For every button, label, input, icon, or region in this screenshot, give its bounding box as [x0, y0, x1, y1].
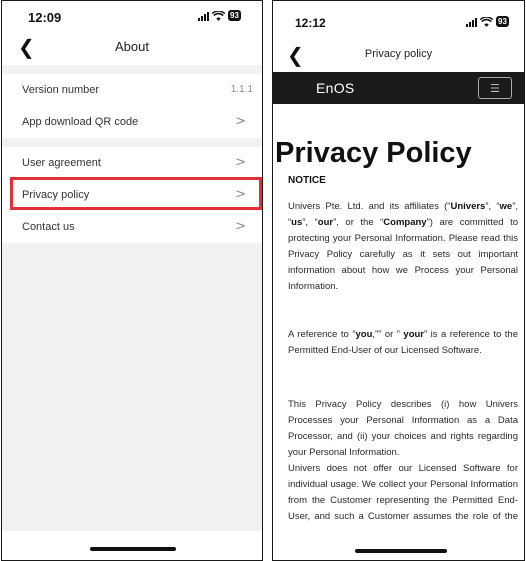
- settings-list: Version number 1.1.1 App download QR cod…: [2, 65, 262, 531]
- row-label: Contact us: [22, 221, 75, 233]
- page-title: Privacy policy: [364, 48, 433, 60]
- para-text: ,”” or ”: [372, 329, 404, 340]
- paragraph-intro: Univers Pte. Ltd. and its affiliates (“U…: [288, 199, 518, 294]
- settings-row-user-agreement[interactable]: User agreement >: [2, 147, 262, 179]
- right-phone-screen: 12:12 93 ❮ Privacy policy EnOS ☰ Privacy…: [272, 0, 525, 561]
- para-bold: our: [317, 216, 334, 228]
- privacy-policy-document: Privacy Policy NOTICE Univers Pte. Ltd. …: [273, 104, 524, 528]
- para-bold: Company: [383, 216, 427, 228]
- status-time: 12:09: [28, 10, 62, 25]
- para-bold: we: [499, 201, 513, 212]
- battery-icon: 93: [228, 10, 241, 21]
- nav-bar: ❮ About: [2, 33, 262, 63]
- row-label: User agreement: [22, 157, 101, 169]
- settings-row-app-download-qr-code[interactable]: App download QR code >: [2, 106, 262, 138]
- document-title: Privacy Policy: [275, 137, 472, 169]
- para-bold: you: [355, 329, 373, 340]
- home-area: [2, 531, 262, 560]
- version-value: 1.1.1: [230, 84, 253, 95]
- status-icons: 93: [466, 16, 509, 27]
- para-text: Univers Pte. Ltd. and its affiliates (“: [288, 201, 451, 212]
- paragraph-description: This Privacy Policy describes (i) how Un…: [288, 399, 518, 458]
- status-time: 12:12: [295, 16, 326, 30]
- para-text: ”, or the “: [333, 216, 384, 228]
- chevron-right-icon: >: [235, 114, 246, 129]
- row-label: Version number: [22, 84, 100, 96]
- battery-icon: 93: [496, 16, 509, 27]
- wifi-icon: [480, 16, 493, 27]
- chevron-right-icon: >: [235, 187, 246, 202]
- wifi-icon: [212, 10, 225, 21]
- nav-bar: ❮ Privacy policy: [273, 41, 524, 71]
- site-header: EnOS ☰: [273, 72, 524, 104]
- para-text: ”, “: [485, 201, 500, 212]
- chevron-right-icon: >: [235, 219, 246, 234]
- para-bold: Univers: [450, 201, 486, 212]
- paragraph-you-definition: A reference to “you,”” or ” your” is a r…: [288, 327, 518, 359]
- settings-group-app-info: Version number 1.1.1 App download QR cod…: [2, 74, 262, 138]
- home-area: [273, 528, 524, 560]
- row-label: Privacy policy: [22, 189, 90, 201]
- page-title: About: [115, 39, 149, 54]
- settings-row-privacy-policy[interactable]: Privacy policy >: [2, 179, 262, 211]
- home-indicator[interactable]: [355, 549, 447, 553]
- para-text: ”, “: [302, 216, 318, 228]
- para-text: A reference to “: [288, 329, 356, 340]
- paragraph-collection: Univers does not offer our Licensed Soft…: [288, 463, 518, 528]
- para-text: ”) are committed to protecting your Pers…: [288, 216, 518, 292]
- chevron-right-icon: >: [235, 155, 246, 170]
- home-indicator[interactable]: [90, 547, 176, 551]
- enos-logo[interactable]: EnOS: [316, 80, 355, 96]
- notice-heading: NOTICE: [288, 175, 326, 186]
- status-bar: 12:09 93: [2, 1, 262, 37]
- status-bar: 12:12 93: [273, 1, 524, 37]
- settings-row-contact-us[interactable]: Contact us >: [2, 211, 262, 243]
- left-phone-screen: 12:09 93 ❮ About Version number 1.1.1 Ap…: [1, 0, 263, 561]
- signal-icon: [198, 11, 209, 21]
- signal-icon: [466, 17, 477, 27]
- hamburger-menu-icon[interactable]: ☰: [478, 77, 512, 99]
- row-label: App download QR code: [22, 116, 139, 128]
- para-bold: your: [403, 329, 424, 340]
- status-icons: 93: [198, 10, 241, 21]
- settings-row-version-number: Version number 1.1.1: [2, 74, 262, 106]
- para-bold: us: [291, 216, 303, 228]
- settings-group-legal: User agreement > Privacy policy > Contac…: [2, 147, 262, 243]
